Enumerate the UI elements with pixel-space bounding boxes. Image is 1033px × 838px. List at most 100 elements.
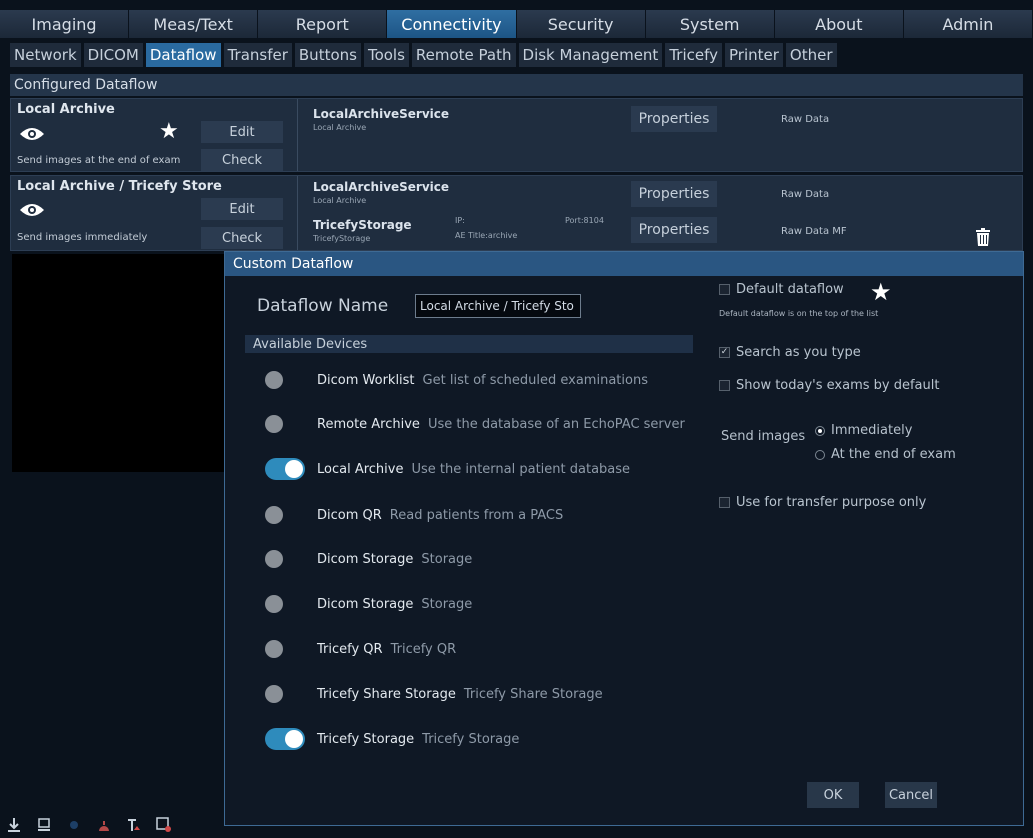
checkbox-box[interactable]: ✓ — [719, 347, 730, 358]
radio-label: Immediately — [831, 423, 913, 438]
transfer-icon[interactable] — [126, 817, 142, 833]
device-toggle[interactable] — [265, 728, 305, 750]
device-row[interactable]: Dicom QR Read patients from a PACS — [265, 503, 563, 527]
cancel-button[interactable]: Cancel — [885, 782, 937, 808]
top-tab-bar: Imaging Meas/Text Report Connectivity Se… — [0, 10, 1033, 38]
device-row[interactable]: Dicom Storage Storage — [265, 592, 472, 616]
tab-meas-text[interactable]: Meas/Text — [129, 10, 259, 38]
service-name: LocalArchiveService — [313, 180, 450, 194]
device-name: Tricefy Storage — [317, 731, 415, 747]
device-row[interactable]: Tricefy Share Storage Tricefy Share Stor… — [265, 682, 603, 706]
dataflow-summary: Local Archive / Tricefy Store Edit Send … — [11, 176, 298, 250]
device-row[interactable]: Remote Archive Use the database of an Ec… — [265, 412, 685, 436]
available-devices-header: Available Devices — [245, 335, 693, 353]
checkbox-box[interactable] — [719, 497, 730, 508]
tab-report[interactable]: Report — [258, 10, 388, 38]
search-as-you-type-checkbox[interactable]: ✓ Search as you type — [719, 345, 861, 360]
trash-icon[interactable] — [975, 228, 991, 246]
subtab-remote-path[interactable]: Remote Path — [411, 43, 516, 67]
device-name: Local Archive — [317, 461, 404, 477]
radio-button[interactable] — [815, 449, 825, 460]
tab-imaging[interactable]: Imaging — [0, 10, 130, 38]
default-dataflow-checkbox[interactable]: Default dataflow — [719, 282, 844, 297]
subtab-dicom[interactable]: DICOM — [83, 43, 143, 67]
service-subtitle: TricefyStorage — [313, 234, 371, 243]
device-description: Use the internal patient database — [411, 461, 631, 477]
device-row[interactable]: Tricefy QR Tricefy QR — [265, 637, 456, 661]
send-mode-text: Send images at the end of exam — [17, 155, 181, 166]
subtab-disk-management[interactable]: Disk Management — [518, 43, 663, 67]
edit-button[interactable]: Edit — [201, 121, 283, 143]
edit-button[interactable]: Edit — [201, 198, 283, 220]
subtab-printer[interactable]: Printer — [725, 43, 783, 67]
service-subtitle: Local Archive — [313, 196, 367, 205]
tab-connectivity[interactable]: Connectivity — [387, 10, 517, 38]
device-row[interactable]: Dicom Worklist Get list of scheduled exa… — [265, 368, 648, 392]
radio-immediately[interactable]: Immediately — [815, 423, 912, 438]
eye-icon[interactable] — [19, 125, 45, 143]
dataflow-row[interactable]: Local Archive ★ Edit Send images at the … — [10, 98, 1023, 172]
ok-button[interactable]: OK — [807, 782, 859, 808]
tab-admin[interactable]: Admin — [903, 10, 1033, 38]
check-button[interactable]: Check — [201, 149, 283, 171]
send-mode-text: Send images immediately — [17, 232, 148, 243]
subtab-buttons[interactable]: Buttons — [294, 43, 361, 67]
service-name: LocalArchiveService — [313, 107, 450, 121]
subtab-tricefy[interactable]: Tricefy — [665, 43, 722, 67]
device-name: Dicom Storage — [317, 551, 414, 567]
radio-end-of-exam[interactable]: At the end of exam — [815, 447, 956, 462]
transfer-only-checkbox[interactable]: Use for transfer purpose only — [719, 495, 926, 510]
properties-button[interactable]: Properties — [631, 181, 717, 207]
device-toggle[interactable] — [265, 413, 305, 435]
tab-security[interactable]: Security — [516, 10, 646, 38]
device-row[interactable]: Tricefy Storage Tricefy Storage — [265, 727, 519, 751]
device-toggle[interactable] — [265, 593, 305, 615]
device-toggle[interactable] — [265, 504, 305, 526]
export-icon[interactable] — [156, 817, 172, 833]
port-label: Port:8104 — [565, 216, 604, 225]
device-toggle[interactable] — [265, 548, 305, 570]
device-description: Tricefy QR — [390, 641, 457, 657]
device-name: Tricefy QR — [317, 641, 383, 657]
device-description: Storage — [421, 596, 473, 612]
preview-panel — [12, 254, 225, 472]
subtab-transfer[interactable]: Transfer — [223, 43, 292, 67]
tab-about[interactable]: About — [774, 10, 904, 38]
device-row[interactable]: Local Archive Use the internal patient d… — [265, 457, 630, 481]
tab-system[interactable]: System — [645, 10, 775, 38]
checkbox-box[interactable] — [719, 380, 730, 391]
subtab-dataflow[interactable]: Dataflow — [145, 43, 221, 67]
properties-button[interactable]: Properties — [631, 106, 717, 132]
radio-button[interactable] — [815, 425, 825, 436]
device-toggle[interactable] — [265, 638, 305, 660]
subtab-tools[interactable]: Tools — [363, 43, 409, 67]
checkbox-box[interactable] — [719, 284, 730, 295]
raw-data-label: Raw Data — [781, 114, 830, 125]
subtab-other[interactable]: Other — [785, 43, 837, 67]
device-toggle[interactable] — [265, 369, 305, 391]
dataflow-name-input[interactable] — [415, 294, 581, 318]
device-name: Tricefy Share Storage — [317, 686, 456, 702]
subtab-network[interactable]: Network — [10, 43, 81, 67]
search-as-you-type-label: Search as you type — [736, 345, 861, 360]
device-description: Tricefy Share Storage — [463, 686, 603, 702]
properties-button[interactable]: Properties — [631, 217, 717, 243]
eye-icon[interactable] — [19, 201, 45, 219]
device-name: Dicom Worklist — [317, 372, 415, 388]
device-name: Dicom QR — [317, 507, 382, 523]
show-today-label: Show today's exams by default — [736, 378, 940, 393]
download-icon[interactable] — [6, 817, 22, 833]
check-button[interactable]: Check — [201, 227, 283, 249]
device-toggle[interactable] — [265, 458, 305, 480]
archive-icon[interactable] — [36, 817, 52, 833]
alert-icon[interactable] — [96, 817, 112, 833]
radio-label: At the end of exam — [831, 447, 956, 462]
show-today-checkbox[interactable]: Show today's exams by default — [719, 378, 939, 393]
dataflow-summary: Local Archive ★ Edit Send images at the … — [11, 99, 298, 171]
device-name: Dicom Storage — [317, 596, 414, 612]
network-icon[interactable] — [66, 817, 82, 833]
device-toggle[interactable] — [265, 683, 305, 705]
device-row[interactable]: Dicom Storage Storage — [265, 547, 472, 571]
dataflow-row[interactable]: Local Archive / Tricefy Store Edit Send … — [10, 175, 1023, 251]
send-images-label: Send images — [721, 429, 806, 444]
